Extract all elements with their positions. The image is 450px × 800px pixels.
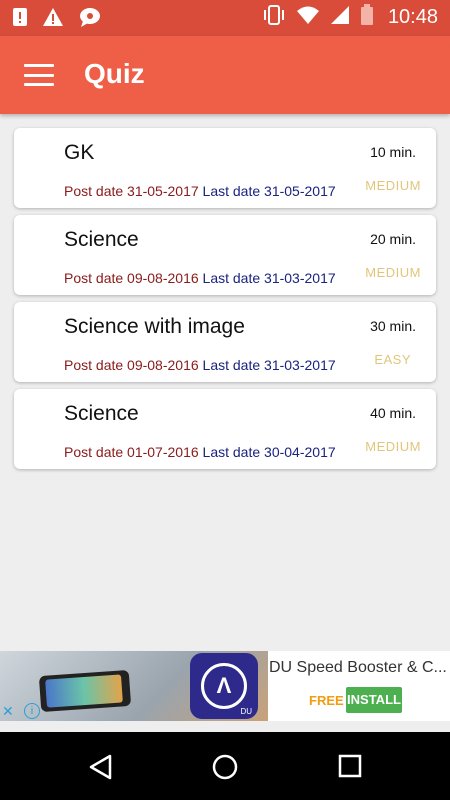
last-date: Last date 30-04-2017 [202, 444, 336, 460]
difficulty-badge: EASY [374, 352, 411, 367]
quiz-title: GK [64, 141, 95, 164]
quiz-title: Science [64, 402, 139, 425]
phone-image [38, 669, 132, 713]
home-icon[interactable] [212, 754, 238, 785]
quiz-list: GK 10 min. Post date 31-05-2017 Last dat… [14, 128, 436, 476]
sim-alert-icon [12, 7, 28, 32]
difficulty-badge: MEDIUM [365, 265, 421, 280]
post-date: Post date 01-07-2016 [64, 444, 199, 460]
last-date: Last date 31-03-2017 [202, 357, 336, 373]
clock: 10:48 [387, 6, 438, 28]
post-date: Post date 09-08-2016 [64, 357, 199, 373]
post-date: Post date 09-08-2016 [64, 270, 199, 286]
app-bar: Quiz [0, 36, 450, 114]
quiz-duration: 40 min. [370, 405, 416, 421]
quiz-card[interactable]: Science 40 min. Post date 01-07-2016 Las… [14, 389, 436, 469]
navigation-bar [0, 732, 450, 800]
warning-icon [42, 7, 64, 32]
recent-apps-icon[interactable] [338, 754, 362, 783]
quiz-duration: 20 min. [370, 231, 416, 247]
status-bar: 10:48 [0, 0, 450, 36]
quiz-duration: 30 min. [370, 318, 416, 334]
signal-icon [330, 5, 350, 30]
last-date: Last date 31-03-2017 [202, 270, 336, 286]
quiz-title: Science [64, 228, 139, 251]
back-icon[interactable] [88, 754, 114, 785]
install-button[interactable]: INSTALL [346, 687, 402, 713]
ad-image[interactable]: Λ DU ✕ i [0, 651, 268, 721]
quiz-card[interactable]: Science 20 min. Post date 09-08-2016 Las… [14, 215, 436, 295]
page-title: Quiz [84, 58, 145, 89]
ad-title[interactable]: DU Speed Booster & C... [269, 659, 447, 677]
quiz-dates: Post date 09-08-2016 Last date 31-03-201… [64, 357, 336, 373]
ad-info-icon[interactable]: i [24, 703, 40, 719]
difficulty-badge: MEDIUM [365, 439, 421, 454]
ad-price: FREE [309, 693, 344, 708]
vibrate-icon [262, 4, 286, 31]
wifi-icon [296, 5, 320, 30]
quiz-dates: Post date 09-08-2016 Last date 31-03-201… [64, 270, 336, 286]
menu-icon[interactable] [22, 60, 56, 90]
quiz-title: Science with image [64, 315, 245, 338]
quiz-card[interactable]: Science with image 30 min. Post date 09-… [14, 302, 436, 382]
app-icon: Λ DU [190, 653, 258, 719]
last-date: Last date 31-05-2017 [202, 183, 336, 199]
post-date: Post date 31-05-2017 [64, 183, 199, 199]
quiz-duration: 10 min. [370, 144, 416, 160]
ad-close-icon[interactable]: ✕ [2, 703, 14, 720]
battery-icon [360, 4, 374, 31]
quiz-card[interactable]: GK 10 min. Post date 31-05-2017 Last dat… [14, 128, 436, 208]
notification-icon [78, 6, 102, 33]
difficulty-badge: MEDIUM [365, 178, 421, 193]
quiz-dates: Post date 01-07-2016 Last date 30-04-201… [64, 444, 336, 460]
ad-banner[interactable]: Λ DU ✕ i DU Speed Booster & C... FREE IN… [0, 651, 450, 721]
quiz-dates: Post date 31-05-2017 Last date 31-05-201… [64, 183, 336, 199]
